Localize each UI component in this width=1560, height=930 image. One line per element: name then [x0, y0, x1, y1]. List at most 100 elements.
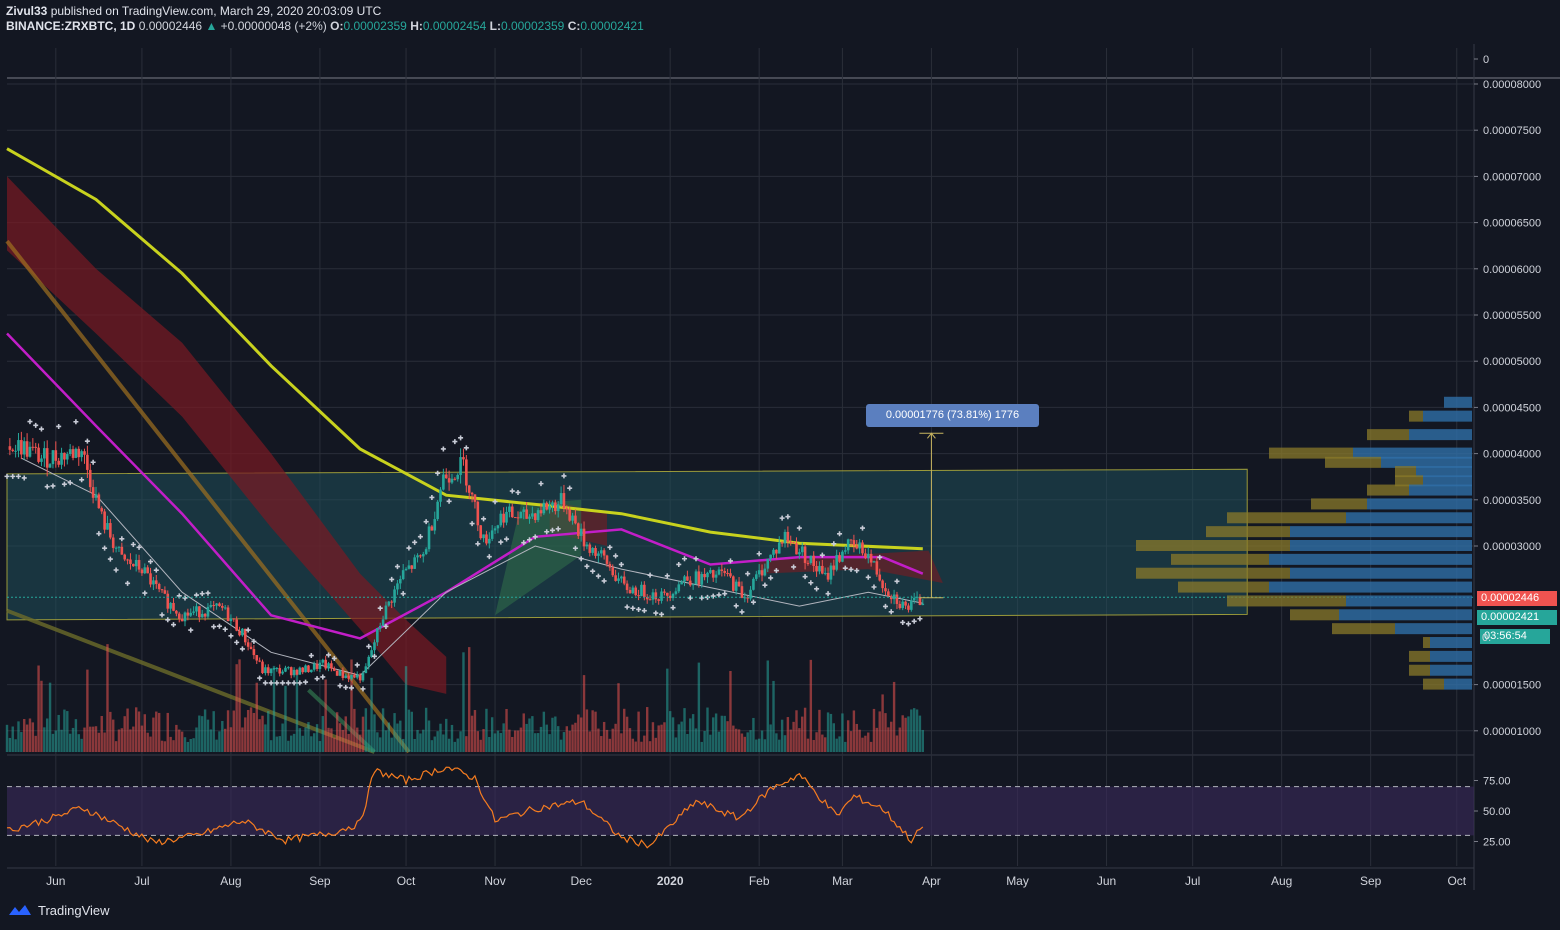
candle-body — [677, 584, 681, 592]
volume-profile-down — [1409, 410, 1423, 422]
candle-body — [568, 509, 571, 521]
volume-bar — [284, 685, 287, 752]
volume-bar — [582, 675, 586, 752]
time-axis-label: Aug — [220, 874, 241, 888]
volume-bar — [379, 737, 382, 752]
candle-body — [611, 567, 615, 576]
volume-bar — [456, 738, 459, 752]
candle-body — [766, 558, 770, 569]
candle-body — [393, 589, 396, 603]
candle-body — [740, 586, 744, 598]
candle-body — [588, 544, 592, 553]
candle-body — [287, 667, 290, 669]
candle-body — [154, 580, 158, 584]
candle-body — [654, 592, 658, 600]
candle-body — [700, 574, 704, 585]
candle-body — [643, 584, 646, 598]
volume-bar — [821, 734, 824, 752]
volume-bar — [605, 729, 609, 752]
candle-body — [697, 571, 701, 585]
candle-body — [694, 571, 698, 585]
candle-body — [628, 589, 632, 594]
candle-body — [11, 449, 15, 451]
volume-bar — [117, 729, 121, 752]
volume-bar — [264, 724, 267, 752]
candle-body — [821, 565, 824, 574]
candle-body — [332, 668, 336, 671]
candle-body — [57, 460, 60, 465]
candle-body — [65, 454, 69, 460]
time-axis-label: Apr — [922, 874, 941, 888]
price-axis-label: 0 — [1483, 54, 1489, 66]
volume-bar — [783, 735, 787, 752]
candle-body — [203, 613, 207, 617]
candle-body — [683, 576, 686, 582]
candle-body — [878, 574, 882, 581]
volume-bar — [488, 736, 491, 752]
volume-bar — [89, 726, 92, 752]
volume-profile-down — [1206, 526, 1290, 538]
volume-bar — [450, 724, 454, 752]
candle-body — [470, 492, 474, 495]
candle-body — [792, 542, 795, 544]
volume-bar — [312, 733, 316, 752]
volume-bar — [5, 724, 9, 752]
candle-body — [614, 575, 617, 581]
candle-body — [508, 506, 511, 512]
volume-bar — [51, 733, 55, 752]
volume-bar — [780, 719, 784, 752]
candle-body — [71, 449, 75, 458]
volume-bar — [557, 726, 560, 752]
measure-label[interactable]: 0.00001776 (73.81%) 1776 — [866, 404, 1039, 427]
volume-profile-down — [1290, 609, 1339, 621]
candle-body — [100, 508, 104, 512]
volume-bar — [155, 711, 158, 752]
volume-bar — [275, 736, 279, 752]
volume-bar — [301, 735, 304, 752]
volume-bar — [86, 669, 89, 752]
candle-body — [401, 570, 405, 580]
volume-profile-up — [1395, 623, 1472, 635]
candle-body — [849, 539, 853, 541]
volume-bar — [763, 739, 767, 752]
volume-bar — [390, 737, 393, 752]
volume-bar — [77, 734, 80, 752]
candle-body — [786, 531, 790, 542]
volume-bar — [353, 708, 356, 752]
volume-bar — [485, 708, 488, 752]
volume-bar — [809, 659, 813, 752]
candle-body — [901, 601, 905, 609]
candle-body — [264, 667, 267, 674]
volume-bar — [600, 736, 603, 752]
candle-body — [488, 538, 491, 544]
candle-body — [709, 570, 712, 573]
volume-bar — [453, 741, 457, 752]
candle-body — [347, 675, 350, 679]
candle-body — [83, 451, 86, 455]
volume-bar — [241, 727, 244, 752]
volume-bar — [249, 707, 253, 752]
candle-body — [453, 478, 457, 480]
volume-bar — [522, 713, 525, 752]
candle-body — [525, 509, 528, 519]
candle-body — [539, 510, 543, 514]
volume-bar — [511, 736, 514, 752]
volume-bar — [841, 713, 844, 752]
brand-name[interactable]: TradingView — [38, 903, 110, 918]
volume-bar — [140, 725, 144, 752]
price-chart[interactable]: 0 0.00008000 0.00007500 0.00007000 0.0000650… — [0, 0, 1560, 930]
volume-bar — [404, 666, 408, 752]
volume-bar — [17, 721, 20, 752]
candle-body — [137, 559, 141, 570]
candle-body — [34, 446, 38, 448]
candle-body — [556, 504, 560, 512]
candle-body — [284, 667, 287, 672]
volume-bar — [887, 727, 890, 752]
candle-body — [301, 667, 304, 673]
last-price-tag: 0.00002446 — [1477, 591, 1557, 606]
volume-bar — [654, 737, 658, 752]
candle-body — [752, 578, 755, 590]
volume-bar — [298, 728, 302, 752]
candle-body — [221, 605, 224, 608]
volume-bar — [304, 727, 307, 752]
